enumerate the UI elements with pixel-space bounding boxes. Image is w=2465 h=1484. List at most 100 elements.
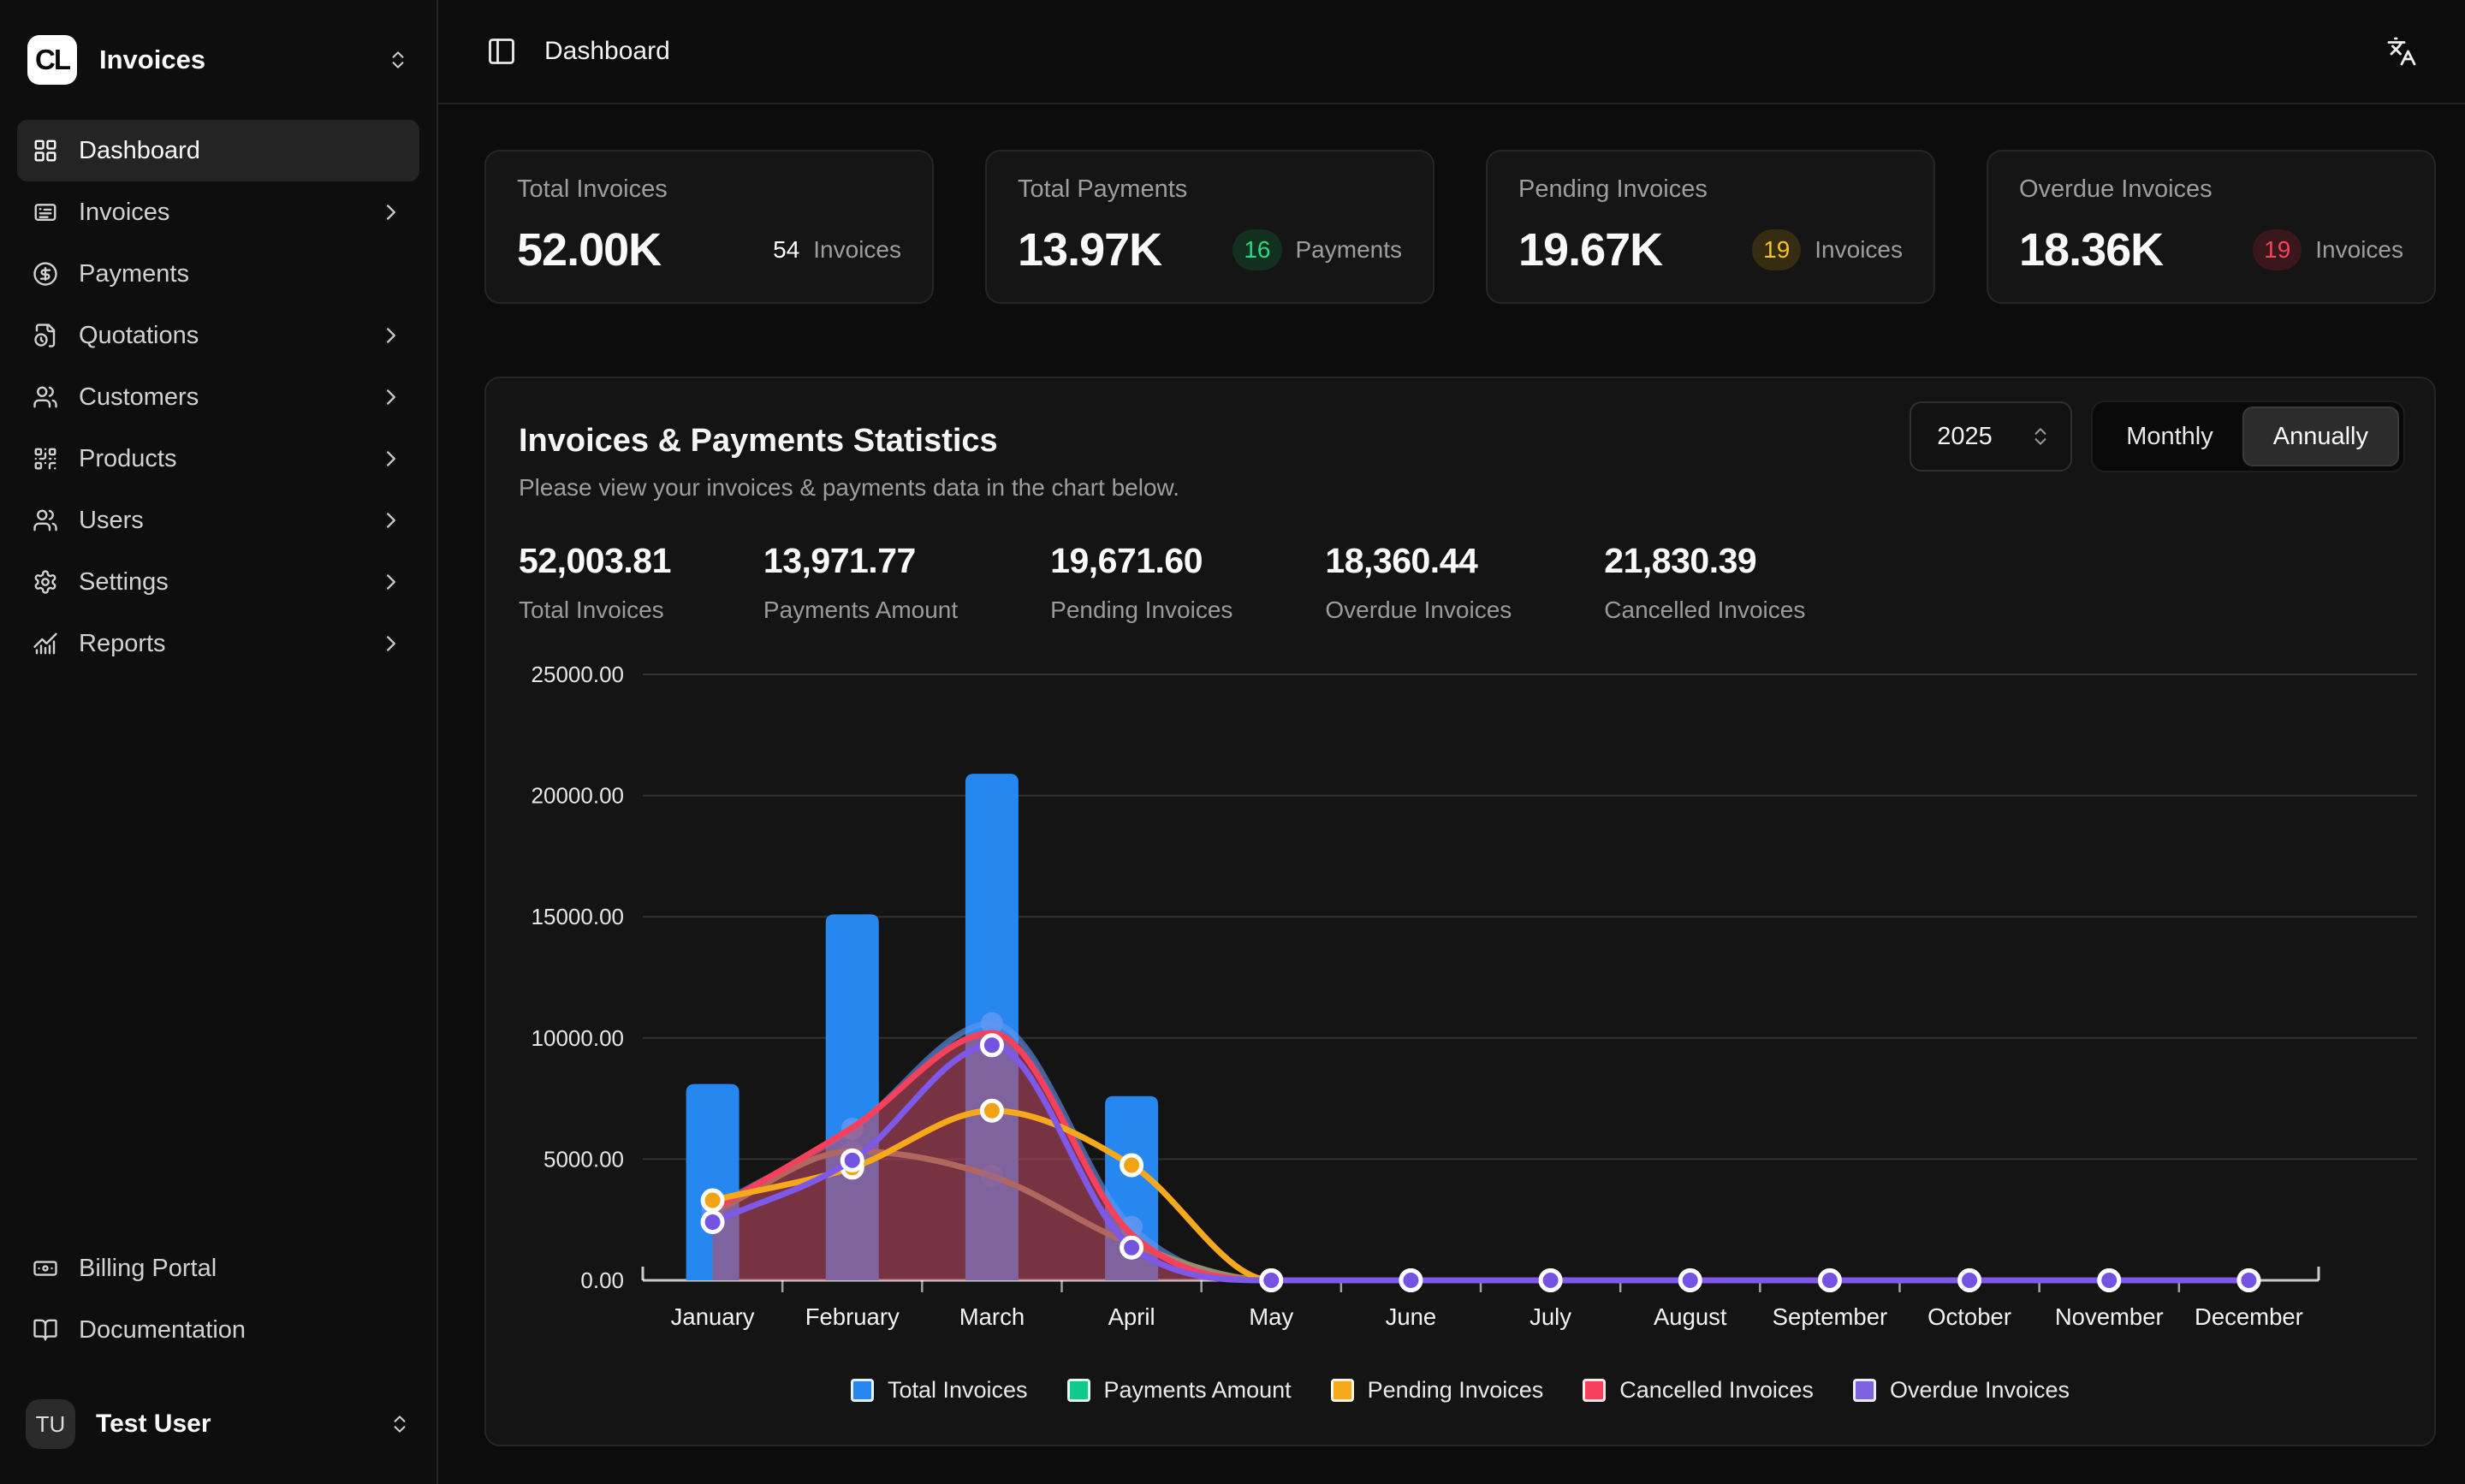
sidebar-footer-nav: Billing Portal Documentation xyxy=(17,1238,419,1361)
x-axis-label: April xyxy=(1108,1303,1155,1330)
sidebar: CL Invoices Dashboard Invoices Payments … xyxy=(0,0,438,1484)
stat-count-badge: 16 xyxy=(1232,229,1281,270)
x-axis-label: October xyxy=(1927,1303,2011,1330)
users-icon xyxy=(33,384,58,410)
chart-summary: 52,003.81 Total Invoices 13,971.77 Payme… xyxy=(519,541,1805,624)
data-point-September[interactable] xyxy=(1820,1271,1839,1291)
chevron-right-icon xyxy=(378,323,404,348)
user-name: Test User xyxy=(96,1410,211,1439)
data-point-March[interactable] xyxy=(982,1036,1001,1055)
chart-svg: 0.005000.0010000.0015000.0020000.0025000… xyxy=(515,661,2438,1337)
x-axis-label: November xyxy=(2055,1303,2164,1330)
year-select[interactable]: 2025 xyxy=(1910,401,2072,472)
legend-cancelled-invoices[interactable]: Cancelled Invoices xyxy=(1583,1377,1814,1404)
stat-value: 13.97K xyxy=(1018,223,1161,276)
data-point-April[interactable] xyxy=(1122,1155,1142,1175)
legend-label: Overdue Invoices xyxy=(1890,1377,2070,1404)
sidebar-item-products[interactable]: Products xyxy=(17,428,419,490)
sidebar-item-dashboard[interactable]: Dashboard xyxy=(17,120,419,181)
sidebar-item-label: Billing Portal xyxy=(79,1255,217,1283)
data-point-January[interactable] xyxy=(703,1190,722,1210)
sidebar-item-users[interactable]: Users xyxy=(17,490,419,551)
file-clock-icon xyxy=(33,323,58,348)
legend-payments-amount[interactable]: Payments Amount xyxy=(1067,1377,1292,1404)
chevron-right-icon xyxy=(378,199,404,225)
user-menu[interactable]: TU Test User xyxy=(17,1386,419,1462)
statistics-card: Invoices & Payments Statistics Please vi… xyxy=(484,377,2436,1446)
legend-pending-invoices[interactable]: Pending Invoices xyxy=(1331,1377,1544,1404)
sidebar-item-label: Payments xyxy=(79,260,189,288)
summary-label: Payments Amount xyxy=(763,597,958,624)
workspace-name: Invoices xyxy=(99,45,205,75)
stat-count-label: Payments xyxy=(1296,236,1403,264)
sidebar-item-billing-portal[interactable]: Billing Portal xyxy=(17,1238,419,1299)
language-icon[interactable] xyxy=(2386,36,2417,67)
summary-pending-invoices: 19,671.60 Pending Invoices xyxy=(1050,541,1232,624)
sidebar-item-label: Settings xyxy=(79,568,169,597)
sidebar-item-label: Invoices xyxy=(79,199,169,227)
x-axis-label: May xyxy=(1249,1303,1293,1330)
sidebar-item-customers[interactable]: Customers xyxy=(17,366,419,428)
data-point-June[interactable] xyxy=(1401,1271,1421,1291)
circle-dollar-icon xyxy=(33,261,58,287)
stat-value: 52.00K xyxy=(517,223,661,276)
stat-value: 19.67K xyxy=(1518,223,1662,276)
chart-subtitle: Please view your invoices & payments dat… xyxy=(519,474,1179,502)
y-axis-label: 15000.00 xyxy=(532,904,624,929)
data-point-February[interactable] xyxy=(842,1150,862,1170)
stat-count-label: Invoices xyxy=(2315,236,2403,264)
stat-card-total-invoices: Total Invoices 52.00K 54 Invoices xyxy=(484,150,934,304)
sidebar-item-payments[interactable]: Payments xyxy=(17,243,419,305)
legend-total-invoices[interactable]: Total Invoices xyxy=(851,1377,1028,1404)
sidebar-item-label: Users xyxy=(79,507,144,535)
chevron-right-icon xyxy=(378,569,404,595)
data-point-October[interactable] xyxy=(1960,1271,1980,1291)
data-point-January[interactable] xyxy=(703,1213,722,1232)
stat-label: Total Payments xyxy=(1018,175,1402,204)
data-point-November[interactable] xyxy=(2100,1271,2119,1291)
data-point-July[interactable] xyxy=(1541,1271,1560,1291)
book-open-icon xyxy=(33,1317,58,1343)
sidebar-item-label: Dashboard xyxy=(79,137,200,165)
legend-overdue-invoices[interactable]: Overdue Invoices xyxy=(1853,1377,2070,1404)
toggle-monthly[interactable]: Monthly xyxy=(2097,407,2242,466)
sidebar-item-invoices[interactable]: Invoices xyxy=(17,181,419,243)
app-logo: CL xyxy=(27,35,77,85)
avatar: TU xyxy=(26,1399,75,1449)
x-axis-label: February xyxy=(805,1303,900,1330)
sidebar-item-label: Reports xyxy=(79,630,166,658)
stat-card-overdue-invoices: Overdue Invoices 18.36K 19 Invoices xyxy=(1987,150,2436,304)
legend-label: Total Invoices xyxy=(888,1377,1028,1404)
sidebar-item-reports[interactable]: Reports xyxy=(17,613,419,674)
data-point-April[interactable] xyxy=(1122,1238,1142,1257)
legend-swatch xyxy=(1853,1379,1876,1402)
sidebar-item-settings[interactable]: Settings xyxy=(17,551,419,613)
stat-value: 18.36K xyxy=(2019,223,2163,276)
summary-value: 21,830.39 xyxy=(1604,541,1805,581)
stats-row: Total Invoices 52.00K 54 Invoices Total … xyxy=(484,150,2436,304)
sidebar-item-documentation[interactable]: Documentation xyxy=(17,1299,419,1361)
stat-count: 54 xyxy=(773,236,799,264)
data-point-August[interactable] xyxy=(1680,1271,1700,1291)
stat-count-label: Invoices xyxy=(1815,236,1903,264)
sidebar-item-quotations[interactable]: Quotations xyxy=(17,305,419,366)
stat-card-total-payments: Total Payments 13.97K 16 Payments xyxy=(985,150,1434,304)
legend-label: Cancelled Invoices xyxy=(1619,1377,1814,1404)
data-point-December[interactable] xyxy=(2239,1271,2259,1291)
gear-icon xyxy=(33,569,58,595)
data-point-March[interactable] xyxy=(982,1101,1001,1120)
toggle-annually[interactable]: Annually xyxy=(2242,407,2399,466)
workspace-switcher[interactable]: CL Invoices xyxy=(17,19,419,101)
sidebar-nav: Dashboard Invoices Payments Quotations C… xyxy=(17,120,419,674)
y-axis-label: 5000.00 xyxy=(543,1146,624,1172)
y-axis-label: 0.00 xyxy=(580,1267,624,1293)
y-axis-label: 10000.00 xyxy=(532,1025,624,1051)
data-point-May[interactable] xyxy=(1262,1271,1281,1291)
sidebar-toggle-button[interactable] xyxy=(486,36,517,67)
chevron-right-icon xyxy=(378,631,404,656)
y-axis-label: 20000.00 xyxy=(532,783,624,809)
banknote-icon xyxy=(33,1255,58,1281)
summary-payments-amount: 13,971.77 Payments Amount xyxy=(763,541,958,624)
x-axis-label: January xyxy=(671,1303,755,1330)
sidebar-item-label: Products xyxy=(79,445,176,473)
